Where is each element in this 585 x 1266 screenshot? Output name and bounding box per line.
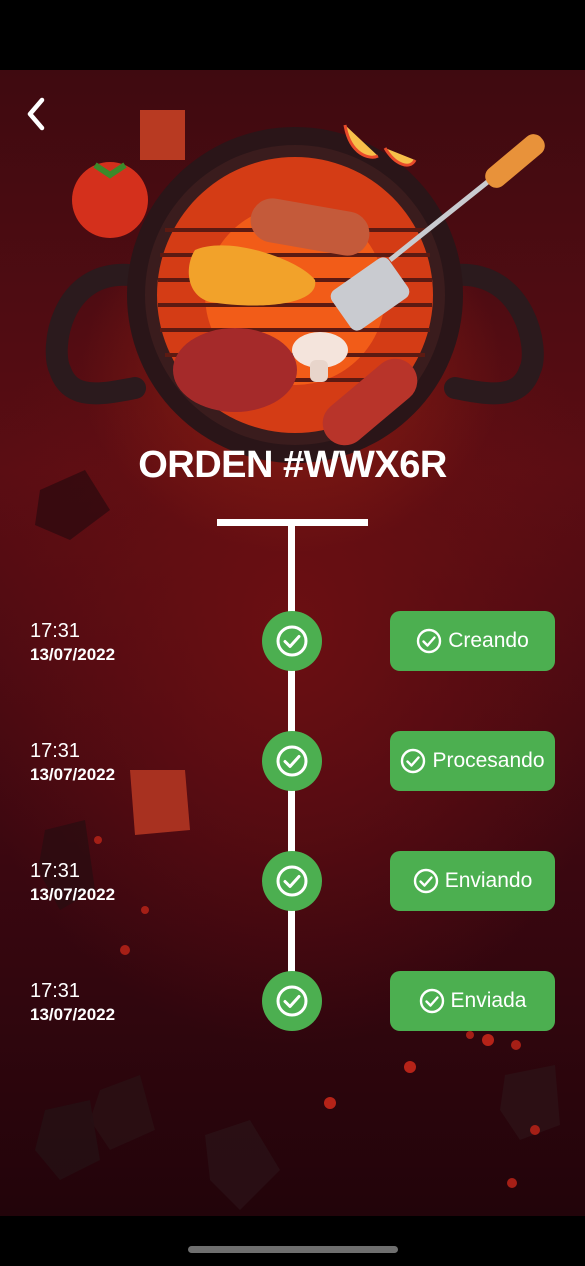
status-label: Enviando [444, 869, 533, 892]
check-circle-icon [276, 865, 308, 897]
step-node [262, 971, 322, 1031]
home-indicator[interactable] [188, 1246, 398, 1253]
status-button-enviando[interactable]: Enviando [390, 851, 555, 911]
check-circle-icon [417, 628, 442, 654]
check-circle-icon [413, 868, 438, 894]
chevron-left-icon [27, 97, 45, 131]
check-circle-icon [276, 985, 308, 1017]
timeline-step: 17:31 13/07/2022 Creando [0, 611, 585, 671]
check-circle-icon [276, 625, 308, 657]
step-time: 17:31 [30, 620, 81, 642]
bottom-bar [0, 1216, 585, 1266]
step-date: 13/07/2022 [30, 645, 116, 664]
status-button-procesando[interactable]: Procesando [390, 731, 555, 791]
step-date: 13/07/2022 [30, 1005, 116, 1024]
status-bar [0, 0, 585, 70]
step-time: 17:31 [30, 980, 81, 1002]
step-node [262, 731, 322, 791]
status-button-enviada[interactable]: Enviada [390, 971, 555, 1031]
check-circle-icon [419, 988, 444, 1014]
status-label: Creando [448, 629, 529, 652]
step-date: 13/07/2022 [30, 765, 116, 784]
timeline-step: 17:31 13/07/2022 Enviada [0, 971, 585, 1031]
check-circle-icon [401, 748, 426, 774]
order-title: ORDEN #WWX6R [138, 444, 447, 486]
timeline-step: 17:31 13/07/2022 Enviando [0, 851, 585, 911]
status-button-creando[interactable]: Creando [390, 611, 555, 671]
step-date: 13/07/2022 [30, 885, 116, 904]
step-time: 17:31 [30, 860, 81, 882]
step-node [262, 851, 322, 911]
timeline-step: 17:31 13/07/2022 Procesando [0, 731, 585, 791]
step-time: 17:31 [30, 740, 81, 762]
step-node [262, 611, 322, 671]
back-button[interactable] [14, 92, 58, 136]
status-label: Procesando [432, 749, 545, 772]
check-circle-icon [276, 745, 308, 777]
status-label: Enviada [450, 989, 527, 1012]
